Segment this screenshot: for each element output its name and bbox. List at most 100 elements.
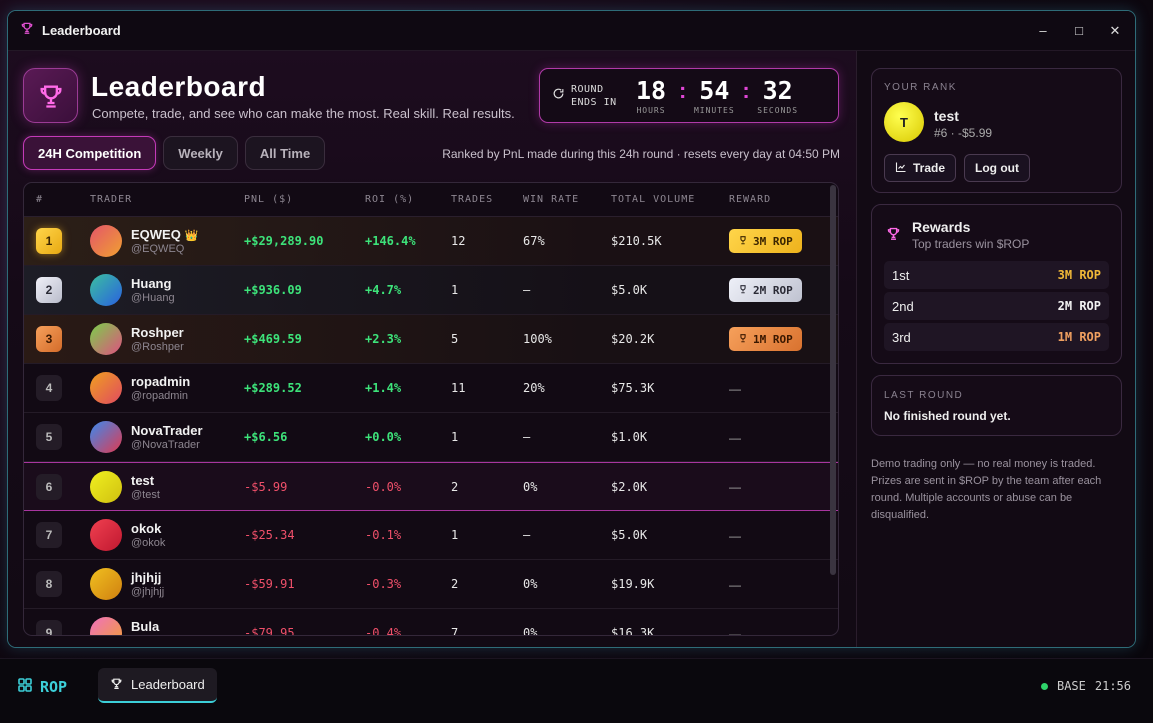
trader-name[interactable]: NovaTrader <box>131 423 203 438</box>
rank-badge: 4 <box>36 375 62 401</box>
reward-row-2nd: 2nd 2M ROP <box>884 292 1109 320</box>
win-rate-value: — <box>523 283 531 297</box>
table-row[interactable]: 5 NovaTrader @NovaTrader +$6.56 +0.0% 1 — $1.0… <box>24 413 838 462</box>
timer-minutes: 54 <box>699 75 730 105</box>
trader-handle: @Roshper <box>131 341 184 353</box>
col-trades[interactable]: TRADES <box>451 194 523 205</box>
your-rank-caption: YOUR RANK <box>884 82 957 93</box>
reward-text: — <box>729 528 741 543</box>
table-row[interactable]: 4 ropadmin @ropadmin +$289.52 +1.4% 11 20% $75… <box>24 364 838 413</box>
trader-name[interactable]: jhjhjj <box>131 570 164 585</box>
tab-24h-competition[interactable]: 24H Competition <box>23 136 157 170</box>
trophy-icon <box>20 21 34 40</box>
roi-value: +4.7% <box>365 283 402 297</box>
table-row[interactable]: 1 EQWEQ 👑 @EQWEQ +$29,289.90 +146.4% 12 67% $21… <box>24 217 838 266</box>
table-row[interactable]: 2 Huang @Huang +$936.09 +4.7% 1 — $5.0K 2M ROP <box>24 266 838 315</box>
last-round-card: LAST ROUND No finished round yet. <box>871 375 1122 436</box>
col-total-volume[interactable]: TOTAL VOLUME <box>611 194 729 205</box>
win-rate-value: 100% <box>523 332 552 346</box>
roi-value: +146.4% <box>365 234 416 248</box>
col-pnl[interactable]: PNL ($) <box>244 194 365 205</box>
close-button[interactable]: ✕ <box>1107 23 1123 39</box>
roi-value: -0.0% <box>365 479 402 494</box>
trophy-badge-icon <box>23 68 78 123</box>
avatar <box>90 519 122 551</box>
rank-badge: 9 <box>36 620 62 635</box>
trader-name[interactable]: EQWEQ 👑 <box>131 227 198 242</box>
rewards-subtitle: Top traders win $ROP <box>912 237 1030 251</box>
your-name: test <box>934 108 959 124</box>
table-row[interactable]: 7 okok @okok -$25.34 -0.1% 1 — $5.0K — <box>24 511 838 560</box>
trader-name[interactable]: ropadmin <box>131 374 190 389</box>
taskbar: ROP Leaderboard BASE 21:56 <box>0 658 1153 723</box>
trader-name[interactable]: Huang <box>131 276 175 291</box>
round-timer: ROUND ENDS IN 18 HOURS : 54 MINUTES : 32 SE… <box>539 68 839 123</box>
volume-value: $16.3K <box>611 626 655 636</box>
table-body: 1 EQWEQ 👑 @EQWEQ +$29,289.90 +146.4% 12 67% $21… <box>24 217 838 636</box>
reward-badge: 3M ROP <box>729 229 802 253</box>
reward-row-1st: 1st 3M ROP <box>884 261 1109 289</box>
pnl-value: +$6.56 <box>244 430 288 444</box>
reward-text: 3M ROP <box>753 234 793 248</box>
last-round-text: No finished round yet. <box>884 409 1011 423</box>
trader-name[interactable]: Roshper <box>131 325 184 340</box>
trade-button[interactable]: Trade <box>884 154 957 182</box>
trader-handle: @okok <box>131 537 166 549</box>
win-rate-value: 0% <box>523 577 538 591</box>
grid-icon <box>18 678 32 696</box>
logout-button[interactable]: Log out <box>964 154 1030 182</box>
trophy-icon <box>738 333 748 346</box>
table-row[interactable]: 3 Roshper @Roshper +$469.59 +2.3% 5 100% $20.2… <box>24 315 838 364</box>
table-row[interactable]: 9 Bula @Bula -$79.95 -0.4% 7 0% $16.3K — <box>24 609 838 636</box>
leaderboard-table: # TRADER PNL ($) ROI (%) TRADES WIN RATE… <box>23 182 839 636</box>
your-rank-card: YOUR RANK T test #6 · -$5.99 Trade Log o… <box>871 68 1122 193</box>
col-roi[interactable]: ROI (%) <box>365 194 451 205</box>
rank-badge: 3 <box>36 326 62 352</box>
taskbar-item-leaderboard[interactable]: Leaderboard <box>98 668 217 703</box>
tab-weekly[interactable]: Weekly <box>163 136 238 170</box>
trade-label: Trade <box>913 161 946 175</box>
avatar <box>90 421 122 453</box>
reward-text: — <box>729 430 741 445</box>
rank-badge: 1 <box>36 228 62 254</box>
pnl-value: +$289.52 <box>244 381 302 395</box>
trades-value: 1 <box>451 528 459 542</box>
hours-label: HOURS <box>636 105 666 115</box>
volume-value: $2.0K <box>611 479 648 494</box>
volume-value: $1.0K <box>611 430 648 444</box>
rewards-title: Rewards <box>912 219 971 235</box>
trades-value: 5 <box>451 332 459 346</box>
trades-value: 11 <box>451 381 466 395</box>
maximize-button[interactable]: □ <box>1071 23 1087 39</box>
col-win-rate[interactable]: WIN RATE <box>523 194 611 205</box>
table-row[interactable]: 8 jhjhjj @jhjhjj -$59.91 -0.3% 2 0% $19.9K — <box>24 560 838 609</box>
win-rate-value: 0% <box>523 479 538 494</box>
trader-name[interactable]: test <box>131 473 160 488</box>
table-row[interactable]: 6 test @test -$5.99 -0.0% 2 0% $2.0K — <box>24 462 838 511</box>
trader-handle: @jhjhjj <box>131 586 165 598</box>
avatar <box>90 617 122 635</box>
pnl-value: +$936.09 <box>244 283 302 297</box>
app-launcher[interactable]: ROP <box>18 678 67 696</box>
trophy-icon <box>886 226 901 246</box>
win-rate-value: 67% <box>523 234 545 248</box>
timer-separator: : <box>742 77 750 103</box>
table-scrollbar[interactable] <box>830 185 836 575</box>
reward-value: 2M ROP <box>1057 299 1101 313</box>
ranking-note: Ranked by PnL made during this 24h round… <box>442 147 840 161</box>
chart-icon <box>895 161 907 176</box>
minimize-button[interactable]: – <box>1035 23 1051 39</box>
reward-value: 3M ROP <box>1057 268 1101 282</box>
sidebar: YOUR RANK T test #6 · -$5.99 Trade Log o… <box>856 51 1135 647</box>
timer-label: ROUND ENDS IN <box>571 83 617 108</box>
trader-name[interactable]: okok <box>131 521 165 536</box>
last-round-caption: LAST ROUND <box>884 390 964 401</box>
tab-all-time[interactable]: All Time <box>244 136 326 170</box>
trader-handle: @ropadmin <box>131 390 189 402</box>
win-rate-value: 0% <box>523 626 538 636</box>
trader-name[interactable]: Bula <box>131 619 164 634</box>
trophy-icon <box>738 235 748 248</box>
volume-value: $19.9K <box>611 577 655 591</box>
roi-value: +0.0% <box>365 430 402 444</box>
trades-value: 2 <box>451 479 459 494</box>
